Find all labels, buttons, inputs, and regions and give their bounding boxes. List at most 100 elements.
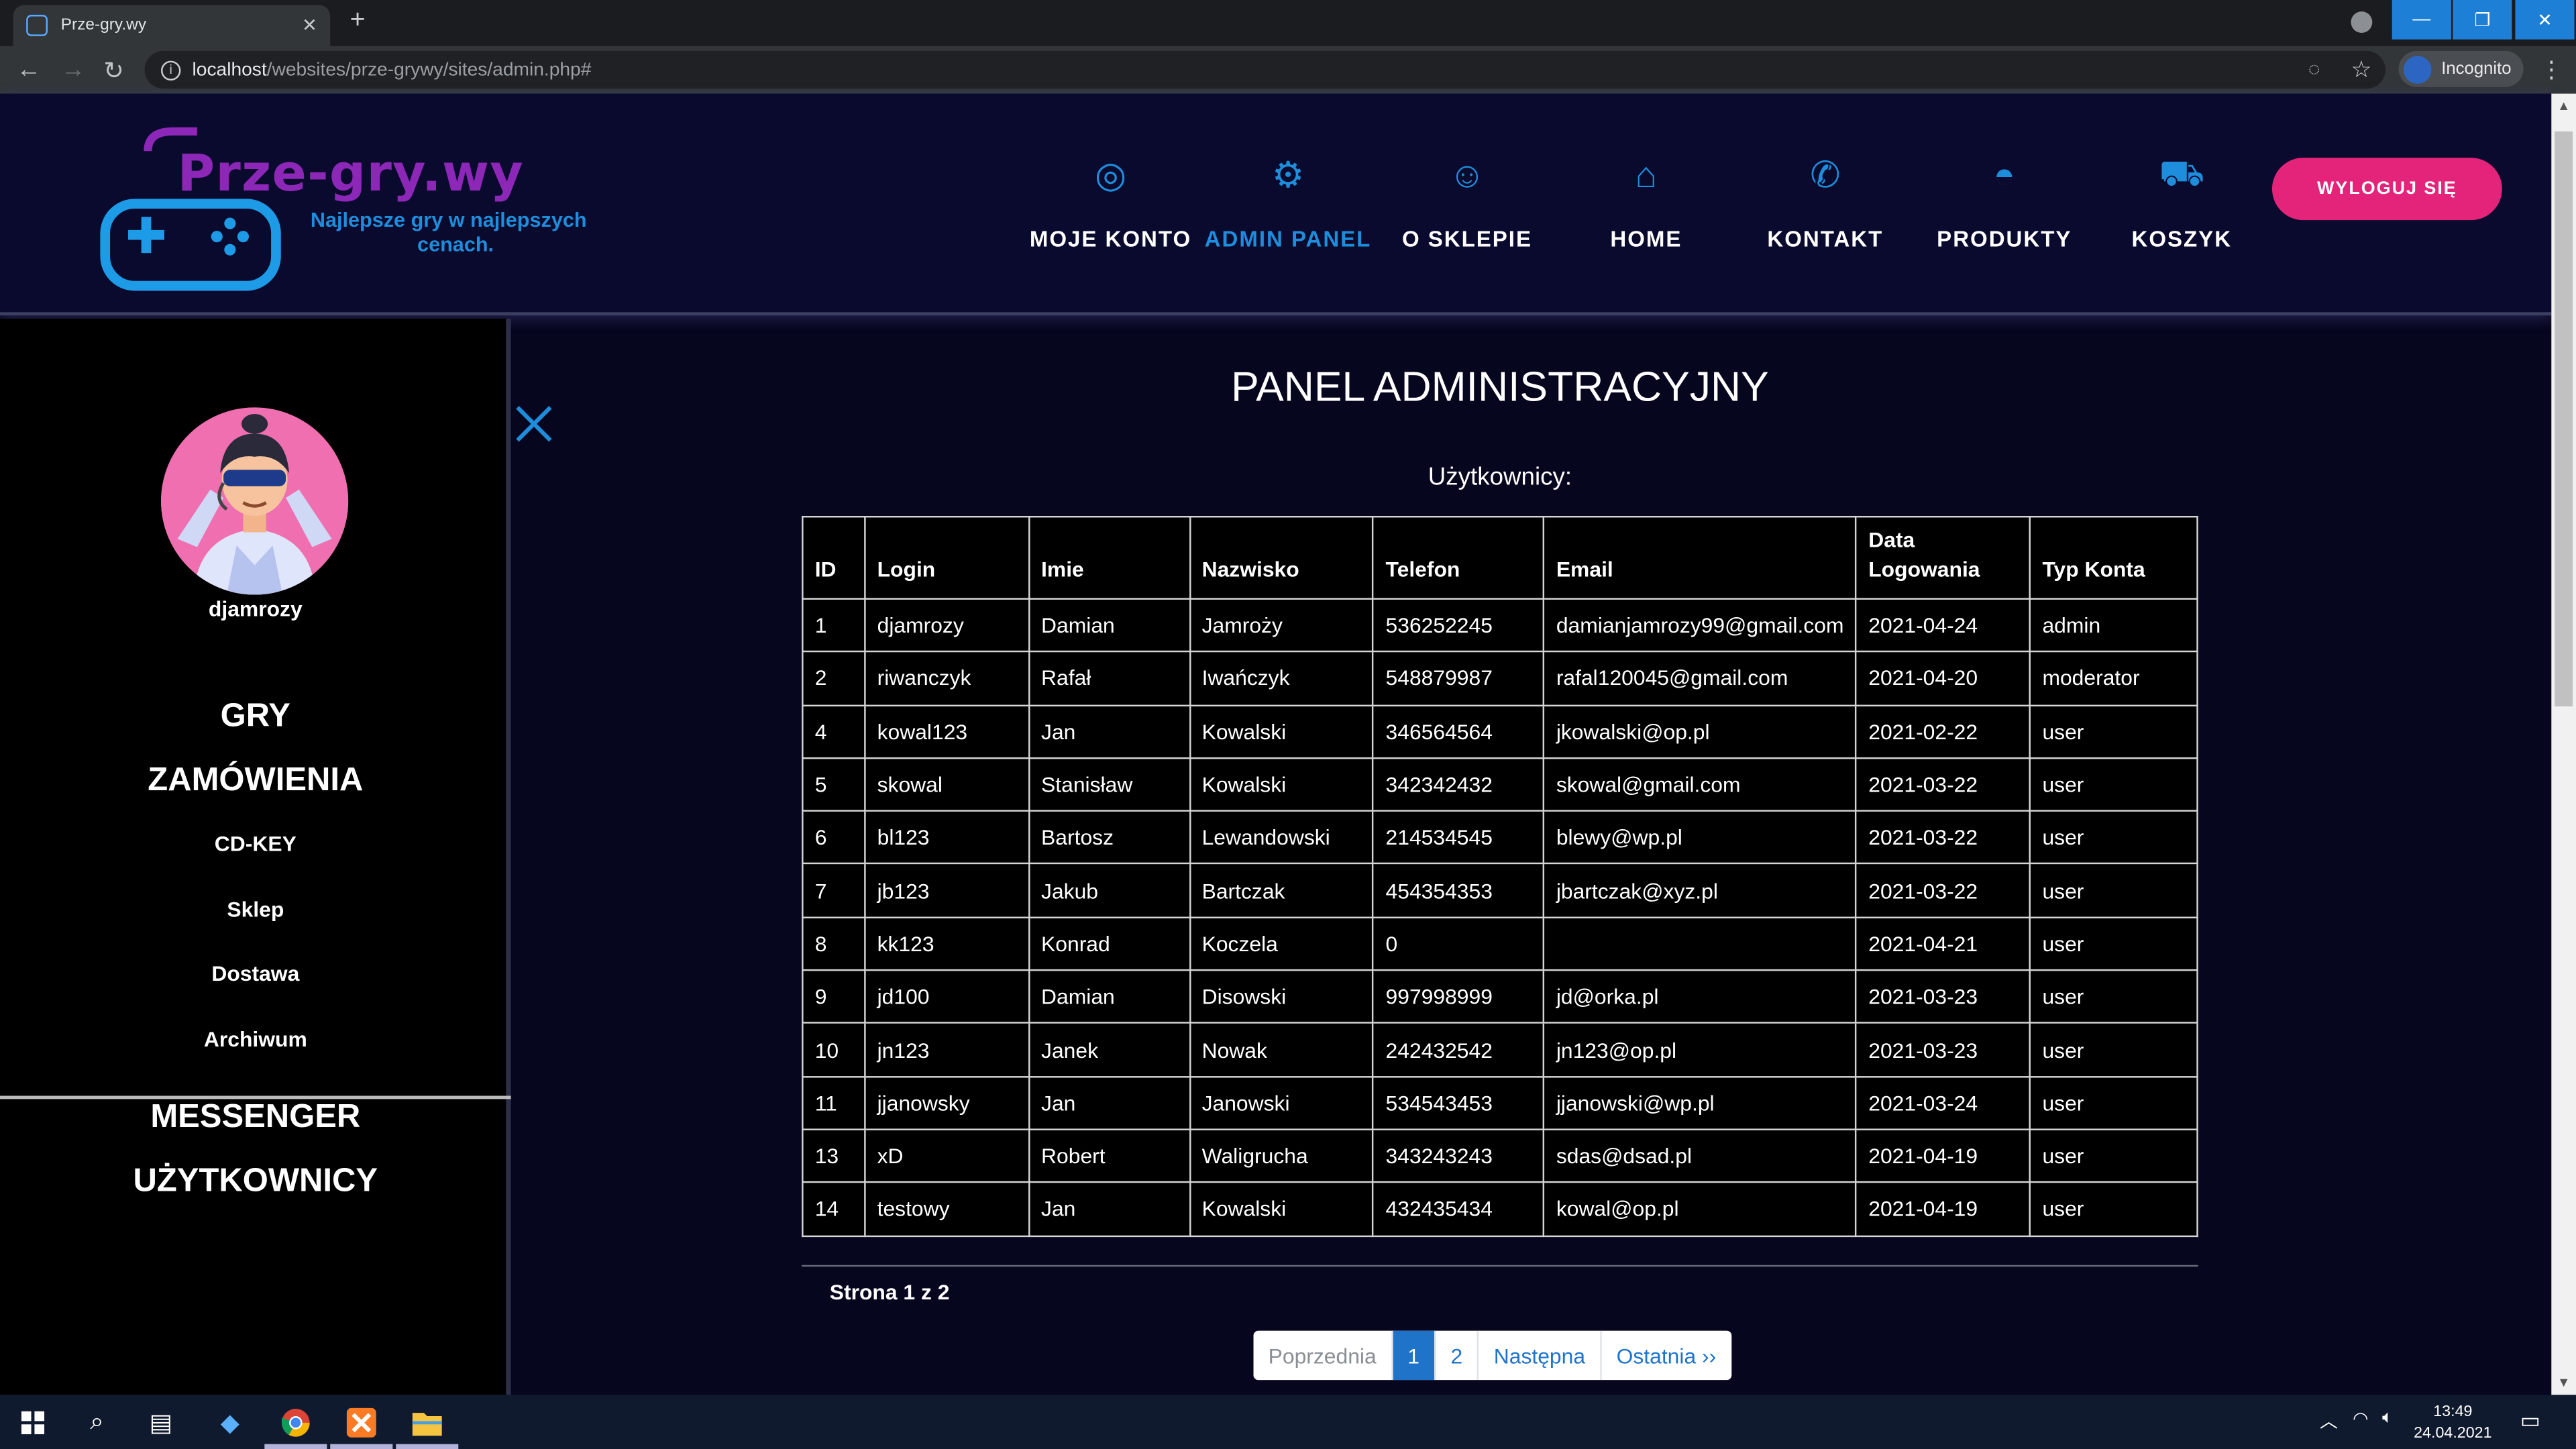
column-header: Email [1543,515,1858,600]
table-cell: kk123 [864,916,1030,971]
sidebar-divider [0,1095,511,1099]
table-cell: 13 [802,1128,866,1183]
forward-arrow-icon[interactable]: → [61,56,86,84]
nav-admin-panel[interactable]: ⚙ ADMIN PANEL [1197,151,1378,266]
scrollbar-thumb[interactable] [2555,131,2573,707]
table-cell: rafal120045@gmail.com [1543,651,1858,706]
scroll-up-arrow-icon[interactable]: ▲ [2551,99,2576,113]
browser-tab-bar [0,0,2576,46]
table-cell: Jan [1028,1075,1191,1130]
tab-search-icon[interactable] [2351,11,2373,33]
tray-chevron-icon[interactable]: ︿ [2320,1408,2338,1434]
table-cell: user [2029,1128,2198,1183]
table-cell: 2 [802,651,866,706]
file-explorer-icon[interactable] [394,1395,460,1449]
phone-icon: ✆ [1810,154,1841,196]
table-row: 7 jb123 Jakub Bartczak 454354353 jbartczak@xy… [802,863,2198,918]
taskbar-active-indicator [330,1444,393,1449]
windows-start-icon[interactable] [0,1395,66,1449]
tab-close-icon[interactable]: ✕ [302,15,317,36]
table-cell: damianjamrozy99@gmail.com [1543,598,1858,653]
pagination-page-2[interactable]: 2 [1436,1330,1479,1381]
table-cell: 548879987 [1372,651,1545,706]
table-row: 4 kowal123 Jan Kowalski 346564564 jkowalski@o… [802,704,2198,759]
scroll-down-arrow-icon[interactable]: ▼ [2551,1375,2576,1390]
table-cell: jn123@op.pl [1543,1022,1858,1077]
nav-koszyk[interactable]: ⛟ KOSZYK [2092,151,2272,266]
xampp-icon[interactable] [329,1395,394,1449]
app-icon[interactable]: ◆ [197,1395,263,1449]
sidebar-item-messenger[interactable]: MESSENGER [0,1099,511,1136]
chrome-icon[interactable] [263,1395,329,1449]
table-row: 8 kk123 Konrad Koczela 0 2021-04-21 user [802,916,2198,971]
sidebar-item-archiwum[interactable]: Archiwum [0,1027,511,1052]
site-info-icon[interactable]: i [161,60,181,80]
pagination-last[interactable]: Ostatnia ›› [1601,1330,1731,1381]
table-cell: Rafał [1028,651,1191,706]
close-sidebar-icon[interactable] [513,402,555,445]
search-icon[interactable]: ⌕ [64,1395,130,1449]
table-row: 14 testowy Jan Kowalski 432435434 kowal@op.pl… [802,1181,2198,1237]
table-cell: user [2029,757,2198,812]
admin-sidebar: djamrozy GRY ZAMÓWIENIA CD-KEY Sklep Dos… [0,319,511,1395]
nav-kontakt[interactable]: ✆ KONTAKT [1735,151,1915,266]
browser-tab[interactable]: Prze-gry.wy ✕ [13,5,331,46]
reload-icon[interactable]: ↻ [103,56,124,86]
table-cell: Nowak [1189,1022,1375,1077]
table-cell: 2021-02-22 [1855,704,2031,759]
table-cell: Kowalski [1189,1181,1375,1237]
sidebar-item-dostawa[interactable]: Dostawa [0,961,511,986]
nav-moje-konto[interactable]: ◎ MOJE KONTO [1020,151,1201,266]
address-bar[interactable]: i localhost/websites/prze-grywy/sites/ad… [144,50,2385,89]
pagination-prev: Poprzednia [1253,1330,1393,1381]
back-arrow-icon[interactable]: ← [16,56,41,84]
network-icon[interactable]: ◠ [2353,1408,2369,1429]
table-row: 2 riwanczyk Rafał Iwańczyk 548879987 rafal120… [802,651,2198,706]
maximize-button[interactable]: ❐ [2453,0,2512,40]
table-cell: 6 [802,810,866,865]
taskbar-active-indicator [264,1444,327,1449]
logout-button[interactable]: WYLOGUJ SIĘ [2271,158,2502,221]
notifications-icon[interactable]: ▭ [2520,1408,2540,1434]
logo-tagline-2: cenach. [417,233,494,257]
browser-menu-icon[interactable]: ⋮ [2540,56,2563,84]
star-icon[interactable]: ☆ [2351,56,2372,84]
column-header: Typ Konta [2029,515,2198,600]
site-logo[interactable]: Prze-gry.wy Najlepsze gry w najlepszych … [99,118,625,299]
incognito-badge[interactable]: Incognito [2398,50,2524,87]
sidebar-item-uzytkownicy[interactable]: UŻYTKOWNICY [0,1163,511,1201]
table-cell: Jan [1028,1181,1191,1237]
section-subtitle: Użytkownicy: [1428,463,1572,492]
table-cell: 2021-03-23 [1855,969,2031,1024]
table-cell: Bartosz [1028,810,1191,865]
eye-off-icon[interactable]: ◌ [2308,58,2320,80]
sidebar-item-cd-key[interactable]: CD-KEY [0,831,511,856]
nav-label: ADMIN PANEL [1204,226,1372,252]
pagination-page-1[interactable]: 1 [1393,1330,1436,1381]
task-view-icon[interactable]: ▤ [128,1395,194,1449]
table-cell: 2021-03-22 [1855,863,2031,918]
sidebar-item-sklep[interactable]: Sklep [0,897,511,922]
volume-icon[interactable]: 🔈︎ [2382,1408,2393,1430]
minimize-button[interactable]: — [2392,0,2451,40]
table-row: 11 jjanowsky Jan Janowski 534543453 jjanowski… [802,1075,2198,1130]
table-row: 5 skowal Stanisław Kowalski 342342432 skowal@… [802,757,2198,812]
table-cell: 2021-04-24 [1855,598,2031,653]
nav-o-sklepie[interactable]: ☺ O SKLEPIE [1377,151,1557,266]
cart-icon: ⛟ [2159,152,2205,193]
table-cell: 4 [802,704,866,759]
table-cell: jd@orka.pl [1543,969,1858,1024]
sidebar-item-zamowienia[interactable]: ZAMÓWIENIA [0,762,511,800]
pagination-next[interactable]: Następna [1479,1330,1602,1381]
table-cell: 454354353 [1372,863,1545,918]
account-icon: ◎ [1094,154,1127,196]
nav-produkty[interactable]: ◓ PRODUKTY [1914,151,2094,266]
new-tab-button[interactable]: + [350,7,366,36]
close-window-button[interactable]: ✕ [2515,0,2575,40]
table-header-row: ID Login Imie Nazwisko Telefon Email Dat… [802,515,2198,600]
sidebar-item-gry[interactable]: GRY [0,698,511,736]
taskbar-active-indicator [396,1444,459,1449]
nav-home[interactable]: ⌂ HOME [1556,151,1736,266]
taskbar-clock[interactable]: 13:49 24.04.2021 [2402,1401,2504,1444]
incognito-icon [2403,55,2432,83]
